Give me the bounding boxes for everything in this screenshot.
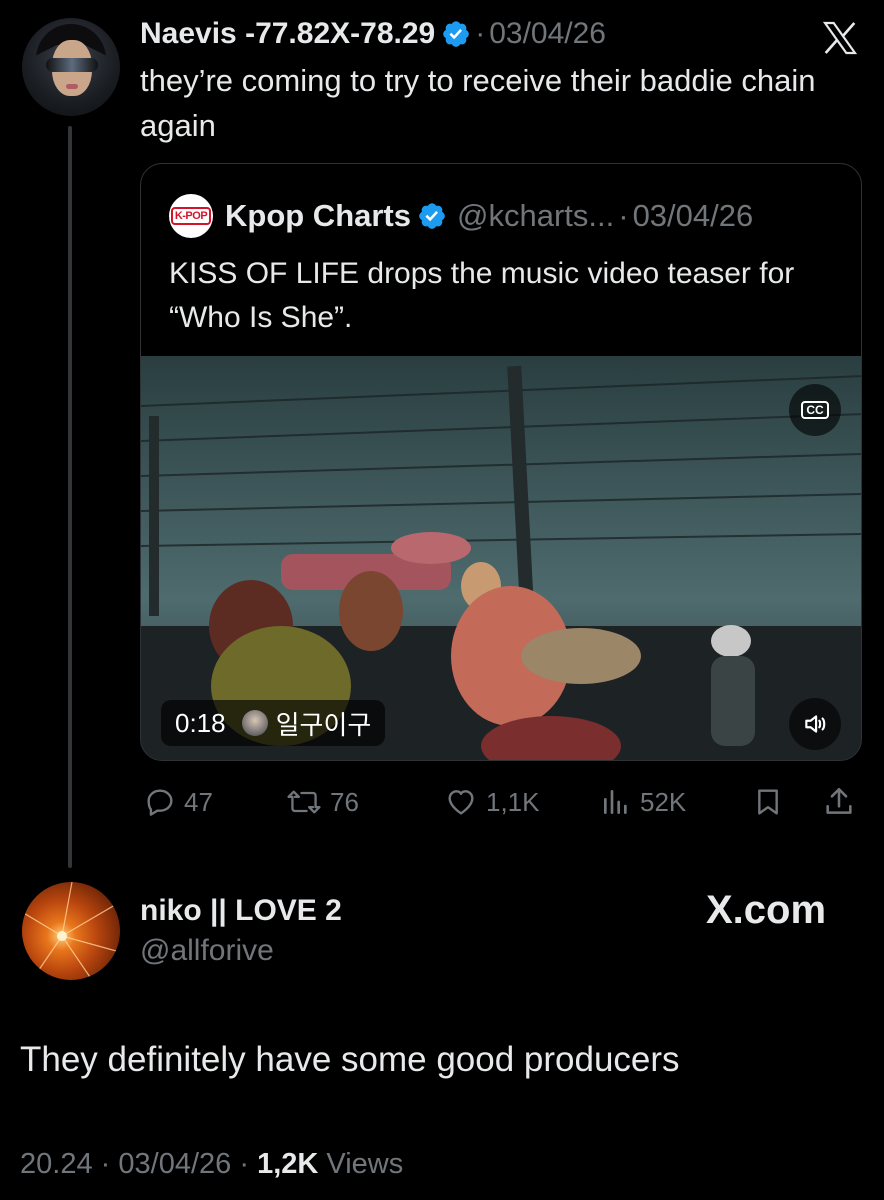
tweet2-meta: 20.24 · 03/04/26 · 1,2K Views	[20, 1148, 403, 1181]
volume-icon	[805, 715, 826, 733]
bookmark-icon	[758, 789, 778, 815]
like-icon	[448, 790, 474, 815]
tweet2-date[interactable]: 03/04/26	[118, 1148, 231, 1180]
tweet2-views-count: 1,2K	[257, 1148, 319, 1180]
avatar-niko[interactable]	[22, 882, 120, 980]
video-duration: 0:18	[175, 707, 226, 738]
repost-count: 76	[330, 786, 359, 817]
repost-icon	[287, 790, 321, 814]
verified-badge-icon	[443, 21, 470, 47]
captions-label: CC	[801, 401, 829, 419]
bookmark-button[interactable]	[752, 780, 792, 824]
reply-count: 47	[184, 786, 213, 817]
tweet1-date[interactable]: 03/04/26	[489, 17, 606, 51]
x-logo-icon	[822, 21, 858, 55]
quote-text: KISS OF LIFE drops the music video tease…	[169, 257, 795, 334]
xcom-watermark: X.com	[706, 888, 827, 932]
avatar-visor	[46, 58, 98, 72]
reply-icon	[147, 789, 173, 816]
quote-handle[interactable]: @kcharts...	[457, 198, 614, 234]
quote-display-name[interactable]: Kpop Charts	[225, 198, 411, 234]
tweet1-header: Naevis -77.82X-78.29 · 03/04/26	[140, 14, 606, 54]
tweet2-views-label: Views	[326, 1148, 404, 1180]
reply-button[interactable]: 47	[144, 780, 213, 824]
avatar-naevis[interactable]	[22, 18, 120, 116]
tweet1-date-separator: ·	[475, 17, 486, 50]
share-icon	[826, 787, 852, 814]
like-count: 1,1K	[486, 786, 540, 817]
video-time-pill: 0:18 일구이구	[161, 700, 386, 746]
tweet1-text: they’re coming to try to receive their b…	[140, 63, 816, 143]
thread-line	[68, 126, 72, 868]
quote-date-separator: ·	[618, 198, 629, 233]
tweet2-display-name[interactable]: niko || LOVE 2	[140, 894, 342, 928]
quote-header: K-POP Kpop Charts @kcharts... · 03/04/26	[169, 194, 754, 238]
quote-avatar[interactable]: K-POP	[169, 194, 213, 238]
quote-date[interactable]: 03/04/26	[633, 198, 754, 234]
tweet1-display-name[interactable]: Naevis -77.82X-78.29	[140, 17, 435, 51]
action-bar: 47 76 1,1K 52K	[140, 780, 862, 824]
tweet2-text: They definitely have some good producers	[20, 1040, 680, 1079]
views-icon	[604, 790, 627, 814]
like-button[interactable]: 1,1K	[444, 780, 540, 824]
share-button[interactable]	[822, 780, 864, 824]
quote-avatar-text: K-POP	[170, 207, 212, 225]
avatar-light-streaks	[22, 882, 120, 980]
quote-card[interactable]: K-POP Kpop Charts @kcharts... · 03/04/26…	[140, 163, 862, 761]
video-player[interactable]: CC 0:18 일구이구	[141, 356, 861, 760]
views-count: 52K	[640, 786, 687, 817]
video-uploader: 일구이구	[275, 709, 372, 740]
views-button[interactable]: 52K	[600, 780, 686, 824]
tweet2-sep1: ·	[100, 1148, 111, 1180]
volume-button[interactable]	[789, 698, 841, 750]
uploader-avatar	[241, 710, 268, 736]
avatar-lips	[66, 84, 78, 89]
tweet2-sep2: ·	[239, 1148, 249, 1180]
tweet2-handle[interactable]: @allforive	[140, 934, 274, 968]
tweet2-time[interactable]: 20.24	[20, 1148, 93, 1180]
repost-button[interactable]: 76	[286, 780, 359, 824]
captions-button[interactable]: CC	[789, 384, 841, 436]
verified-badge-icon	[419, 203, 445, 229]
